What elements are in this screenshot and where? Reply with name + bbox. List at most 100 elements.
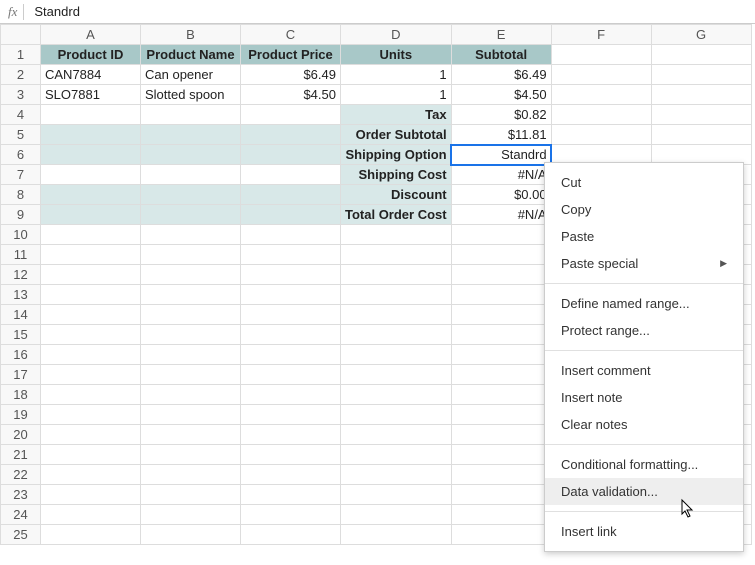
cell[interactable] (41, 125, 141, 145)
cell[interactable] (341, 465, 452, 485)
cell[interactable] (451, 505, 551, 525)
cell[interactable] (141, 425, 241, 445)
menu-item[interactable]: Define named range... (545, 290, 743, 317)
cell[interactable] (241, 485, 341, 505)
menu-item[interactable]: Conditional formatting... (545, 451, 743, 478)
cell[interactable]: Can opener (141, 65, 241, 85)
cell[interactable] (141, 245, 241, 265)
cell[interactable] (241, 165, 341, 185)
cell[interactable]: $6.49 (451, 65, 551, 85)
menu-item[interactable]: Insert link (545, 518, 743, 545)
cell[interactable] (141, 405, 241, 425)
cell[interactable] (241, 185, 341, 205)
column-header-cell[interactable]: Product Price (241, 45, 341, 65)
summary-label[interactable]: Order Subtotal (341, 125, 452, 145)
cell[interactable] (241, 345, 341, 365)
cell[interactable] (141, 325, 241, 345)
cell[interactable] (241, 425, 341, 445)
cell[interactable] (341, 485, 452, 505)
cell[interactable]: $6.49 (241, 65, 341, 85)
row-header[interactable]: 17 (1, 365, 41, 385)
cell[interactable] (451, 325, 551, 345)
row-header[interactable]: 4 (1, 105, 41, 125)
cell[interactable] (341, 325, 452, 345)
cell[interactable]: CAN7884 (41, 65, 141, 85)
cell[interactable] (551, 85, 651, 105)
select-all-corner[interactable] (1, 25, 41, 45)
cell[interactable] (41, 325, 141, 345)
row-header[interactable]: 16 (1, 345, 41, 365)
menu-item[interactable]: Clear notes (545, 411, 743, 438)
cell[interactable] (241, 465, 341, 485)
cell[interactable] (41, 265, 141, 285)
cell[interactable] (651, 65, 751, 85)
row-header[interactable]: 3 (1, 85, 41, 105)
cell[interactable] (141, 385, 241, 405)
cell[interactable] (341, 445, 452, 465)
cell[interactable] (451, 365, 551, 385)
cell[interactable] (241, 245, 341, 265)
cell[interactable] (241, 385, 341, 405)
cell[interactable] (451, 345, 551, 365)
cell[interactable] (551, 65, 651, 85)
cell[interactable] (451, 285, 551, 305)
menu-item[interactable]: Paste (545, 223, 743, 250)
cell[interactable] (141, 265, 241, 285)
summary-value[interactable]: #N/A (451, 205, 551, 225)
row-header[interactable]: 2 (1, 65, 41, 85)
cell[interactable] (41, 185, 141, 205)
cell[interactable]: 1 (341, 65, 452, 85)
col-header-F[interactable]: F (551, 25, 651, 45)
cell[interactable] (341, 385, 452, 405)
row-header[interactable]: 20 (1, 425, 41, 445)
cell[interactable] (141, 345, 241, 365)
cell[interactable] (651, 125, 751, 145)
cell[interactable] (141, 485, 241, 505)
cell[interactable] (41, 465, 141, 485)
cell[interactable] (241, 145, 341, 165)
summary-label[interactable]: Shipping Cost (341, 165, 452, 185)
cell[interactable] (341, 225, 452, 245)
cell[interactable] (651, 105, 751, 125)
cell[interactable] (41, 105, 141, 125)
cell[interactable] (141, 365, 241, 385)
cell[interactable] (241, 285, 341, 305)
row-header[interactable]: 18 (1, 385, 41, 405)
cell[interactable] (341, 405, 452, 425)
cell[interactable] (451, 305, 551, 325)
cell[interactable] (241, 365, 341, 385)
cell[interactable] (451, 485, 551, 505)
cell[interactable] (341, 505, 452, 525)
row-header[interactable]: 6 (1, 145, 41, 165)
cell[interactable] (241, 525, 341, 545)
row-header[interactable]: 23 (1, 485, 41, 505)
cell[interactable] (141, 225, 241, 245)
cell[interactable] (141, 305, 241, 325)
summary-label[interactable]: Tax (341, 105, 452, 125)
summary-label[interactable]: Discount (341, 185, 452, 205)
column-header-cell[interactable]: Product Name (141, 45, 241, 65)
cell[interactable] (41, 245, 141, 265)
cell[interactable]: SLO7881 (41, 85, 141, 105)
cell[interactable] (451, 425, 551, 445)
cell[interactable] (241, 405, 341, 425)
summary-label[interactable]: Shipping Option (341, 145, 452, 165)
cell[interactable] (141, 465, 241, 485)
cell[interactable] (141, 165, 241, 185)
cell[interactable] (241, 505, 341, 525)
cell[interactable] (451, 245, 551, 265)
row-header[interactable]: 8 (1, 185, 41, 205)
cell[interactable] (451, 225, 551, 245)
summary-value[interactable]: $0.00 (451, 185, 551, 205)
cell[interactable] (551, 105, 651, 125)
cell[interactable] (41, 225, 141, 245)
cell[interactable] (241, 325, 341, 345)
row-header[interactable]: 10 (1, 225, 41, 245)
cell[interactable] (451, 525, 551, 545)
cell[interactable] (41, 445, 141, 465)
row-header[interactable]: 22 (1, 465, 41, 485)
cell[interactable] (341, 525, 452, 545)
row-header[interactable]: 5 (1, 125, 41, 145)
cell[interactable] (141, 105, 241, 125)
cell[interactable] (141, 285, 241, 305)
